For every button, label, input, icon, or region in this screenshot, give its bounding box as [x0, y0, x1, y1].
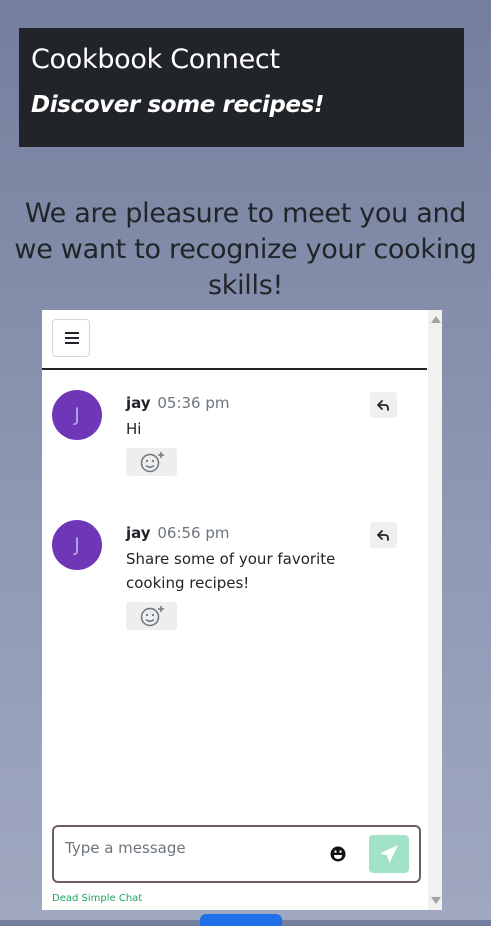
add-reaction-button[interactable]	[126, 448, 177, 476]
message-author: jay	[126, 394, 151, 412]
reply-icon	[377, 530, 389, 541]
message-time: 06:56 pm	[157, 524, 230, 542]
emoji-picker-button[interactable]	[330, 846, 346, 862]
message-text: Hi	[126, 420, 142, 438]
message-meta: jay 06:56 pm	[126, 523, 230, 543]
message-time: 05:36 pm	[157, 394, 230, 412]
page-headline: We are pleasure to meet you and we want …	[14, 198, 477, 301]
site-tagline: Discover some recipes!	[31, 92, 325, 118]
message-input[interactable]	[65, 837, 315, 859]
floating-action-tab[interactable]	[200, 914, 282, 926]
message-text: Share some of your favorite cooking reci…	[126, 550, 336, 592]
reply-icon	[377, 400, 389, 411]
paper-plane-icon	[380, 845, 398, 863]
avatar: J	[52, 520, 102, 570]
site-header: Cookbook Connect Discover some recipes!	[19, 28, 464, 147]
send-button[interactable]	[369, 835, 409, 873]
chat-widget: J jay 05:36 pm Hi J jay 06:56 pm Share s…	[42, 310, 442, 910]
chat-menu-button[interactable]	[52, 319, 90, 357]
message-composer	[52, 825, 421, 883]
site-title: Cookbook Connect	[31, 44, 280, 75]
reply-button[interactable]	[370, 392, 397, 418]
chat-scrollbar[interactable]	[428, 310, 442, 910]
message-author: jay	[126, 524, 151, 542]
scroll-up-arrow-icon[interactable]	[431, 316, 441, 323]
scroll-down-arrow-icon[interactable]	[431, 897, 441, 904]
avatar: J	[52, 390, 102, 440]
smiley-icon	[330, 846, 346, 862]
add-emoji-reaction-icon	[140, 606, 164, 627]
reply-button[interactable]	[370, 522, 397, 548]
add-emoji-reaction-icon	[140, 452, 164, 473]
powered-by-link[interactable]: Dead Simple Chat	[52, 893, 142, 904]
add-reaction-button[interactable]	[126, 602, 177, 630]
message-meta: jay 05:36 pm	[126, 393, 230, 413]
chat-topbar	[42, 310, 427, 370]
